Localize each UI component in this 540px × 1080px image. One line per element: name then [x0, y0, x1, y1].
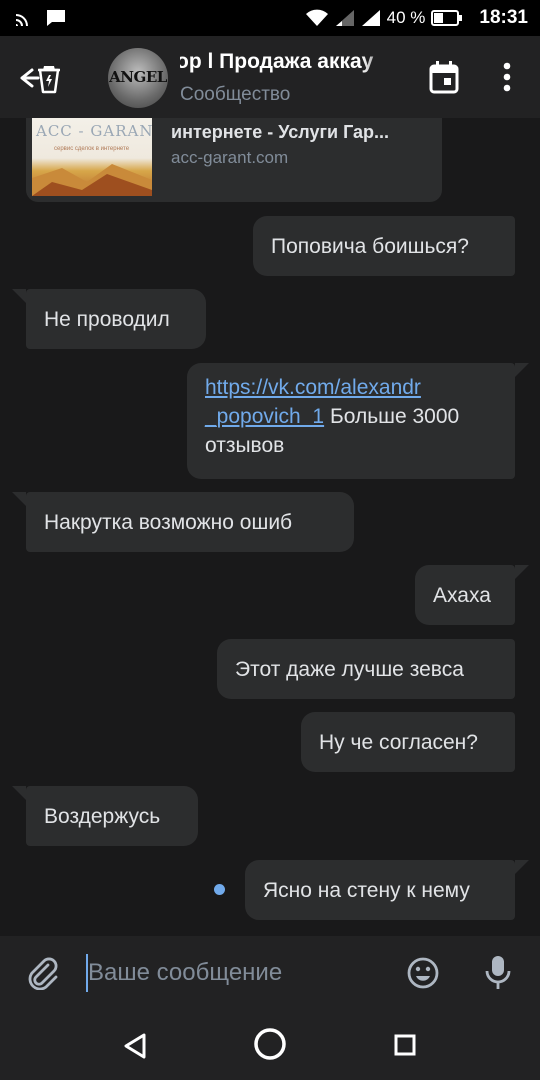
more-options-button[interactable] — [496, 60, 518, 94]
message-notification-icon — [46, 9, 66, 27]
link-line-1: https://vk.com/alexandr — [205, 376, 421, 399]
link-preview-title: интернете - Услуги Гар... — [171, 122, 390, 142]
message-input[interactable] — [86, 954, 388, 992]
avatar-text: ANGEL — [109, 68, 167, 86]
link-preview-thumbnail: ACC - GARANT сервис сделок в интернете — [32, 118, 152, 196]
clock: 18:31 — [479, 7, 528, 28]
message-text: Не проводил — [44, 307, 170, 331]
message-text: Ясно на стену к нему — [263, 878, 470, 902]
link-line-2: _popovich_1 — [205, 405, 325, 428]
message-bubble-out[interactable]: Этот даже лучше зевса — [217, 639, 515, 699]
system-navigation-bar — [0, 1010, 540, 1080]
nav-home-icon — [252, 1026, 288, 1062]
message-text: Больше 3000 — [324, 405, 460, 428]
message-text-line: отзывов — [205, 434, 285, 457]
battery-percent: 40 % — [386, 8, 426, 27]
signal-weak-icon — [335, 9, 355, 27]
more-vertical-icon — [496, 60, 518, 94]
message-text: Этот даже лучше зевса — [235, 657, 464, 681]
attach-button[interactable] — [26, 956, 60, 990]
signal-full-icon — [361, 9, 381, 27]
chat-header: ANGEL ор l Продажа аккау Сообщество — [0, 36, 540, 118]
paperclip-icon — [26, 956, 60, 990]
message-bubble-out[interactable]: Ахаха — [415, 565, 529, 625]
unread-indicator — [214, 884, 225, 895]
message-text: Накрутка возможно ошиб — [44, 510, 293, 534]
voice-message-button[interactable] — [484, 954, 512, 992]
emoji-icon — [406, 956, 440, 990]
calendar-button[interactable] — [428, 60, 460, 94]
message-text: Воздержусь — [44, 804, 161, 828]
message-bubble-out[interactable]: Ну че согласен? — [301, 712, 515, 772]
message-list[interactable]: ACC - GARANT сервис сделок в интернете и… — [0, 118, 540, 936]
nav-recents-button[interactable] — [394, 1034, 416, 1056]
chat-subtitle: Сообщество — [180, 84, 291, 105]
nav-home-button[interactable] — [252, 1026, 288, 1062]
thumb-tagline: сервис сделок в интернете — [54, 146, 130, 152]
chat-title[interactable]: ор l Продажа аккау — [180, 50, 394, 80]
message-content: https://vk.com/alexandr _popovich_1 Больш… — [205, 373, 459, 460]
status-bar: 40 % 18:31 — [0, 0, 540, 36]
microphone-icon — [484, 954, 512, 992]
message-text: Поповича боишься? — [271, 234, 469, 258]
link-preview-domain: acc-garant.com — [171, 148, 289, 167]
nav-back-icon — [122, 1032, 148, 1060]
back-button[interactable] — [18, 60, 62, 96]
message-bubble-out[interactable]: https://vk.com/alexandr _popovich_1 Больш… — [187, 363, 529, 479]
community-avatar[interactable]: ANGEL — [108, 48, 168, 108]
message-bubble-in[interactable]: Не проводил — [12, 289, 206, 349]
battery-icon — [431, 10, 463, 26]
wifi-icon — [305, 9, 329, 27]
emoji-button[interactable] — [406, 956, 440, 990]
message-bubble-out[interactable]: Ясно на стену к нему — [245, 860, 529, 920]
nav-back-button[interactable] — [122, 1032, 148, 1060]
message-text: Ахаха — [433, 583, 491, 607]
message-bubble-in[interactable]: Накрутка возможно ошиб — [12, 492, 354, 552]
thumb-brand: ACC - GARANT — [36, 122, 152, 140]
message-text: Ну че согласен? — [319, 730, 478, 754]
message-bubble-in[interactable]: Воздержусь — [12, 786, 198, 846]
nav-recents-icon — [394, 1034, 416, 1056]
link-preview-card[interactable]: ACC - GARANT сервис сделок в интернете и… — [26, 118, 442, 202]
message-composer — [0, 936, 540, 1010]
cast-icon — [14, 8, 34, 28]
back-arrow-icon — [18, 60, 62, 96]
calendar-icon — [428, 60, 460, 94]
chat-title-text: ор l Продажа аккау — [180, 50, 374, 73]
message-bubble-out[interactable]: Поповича боишься? — [253, 216, 515, 276]
